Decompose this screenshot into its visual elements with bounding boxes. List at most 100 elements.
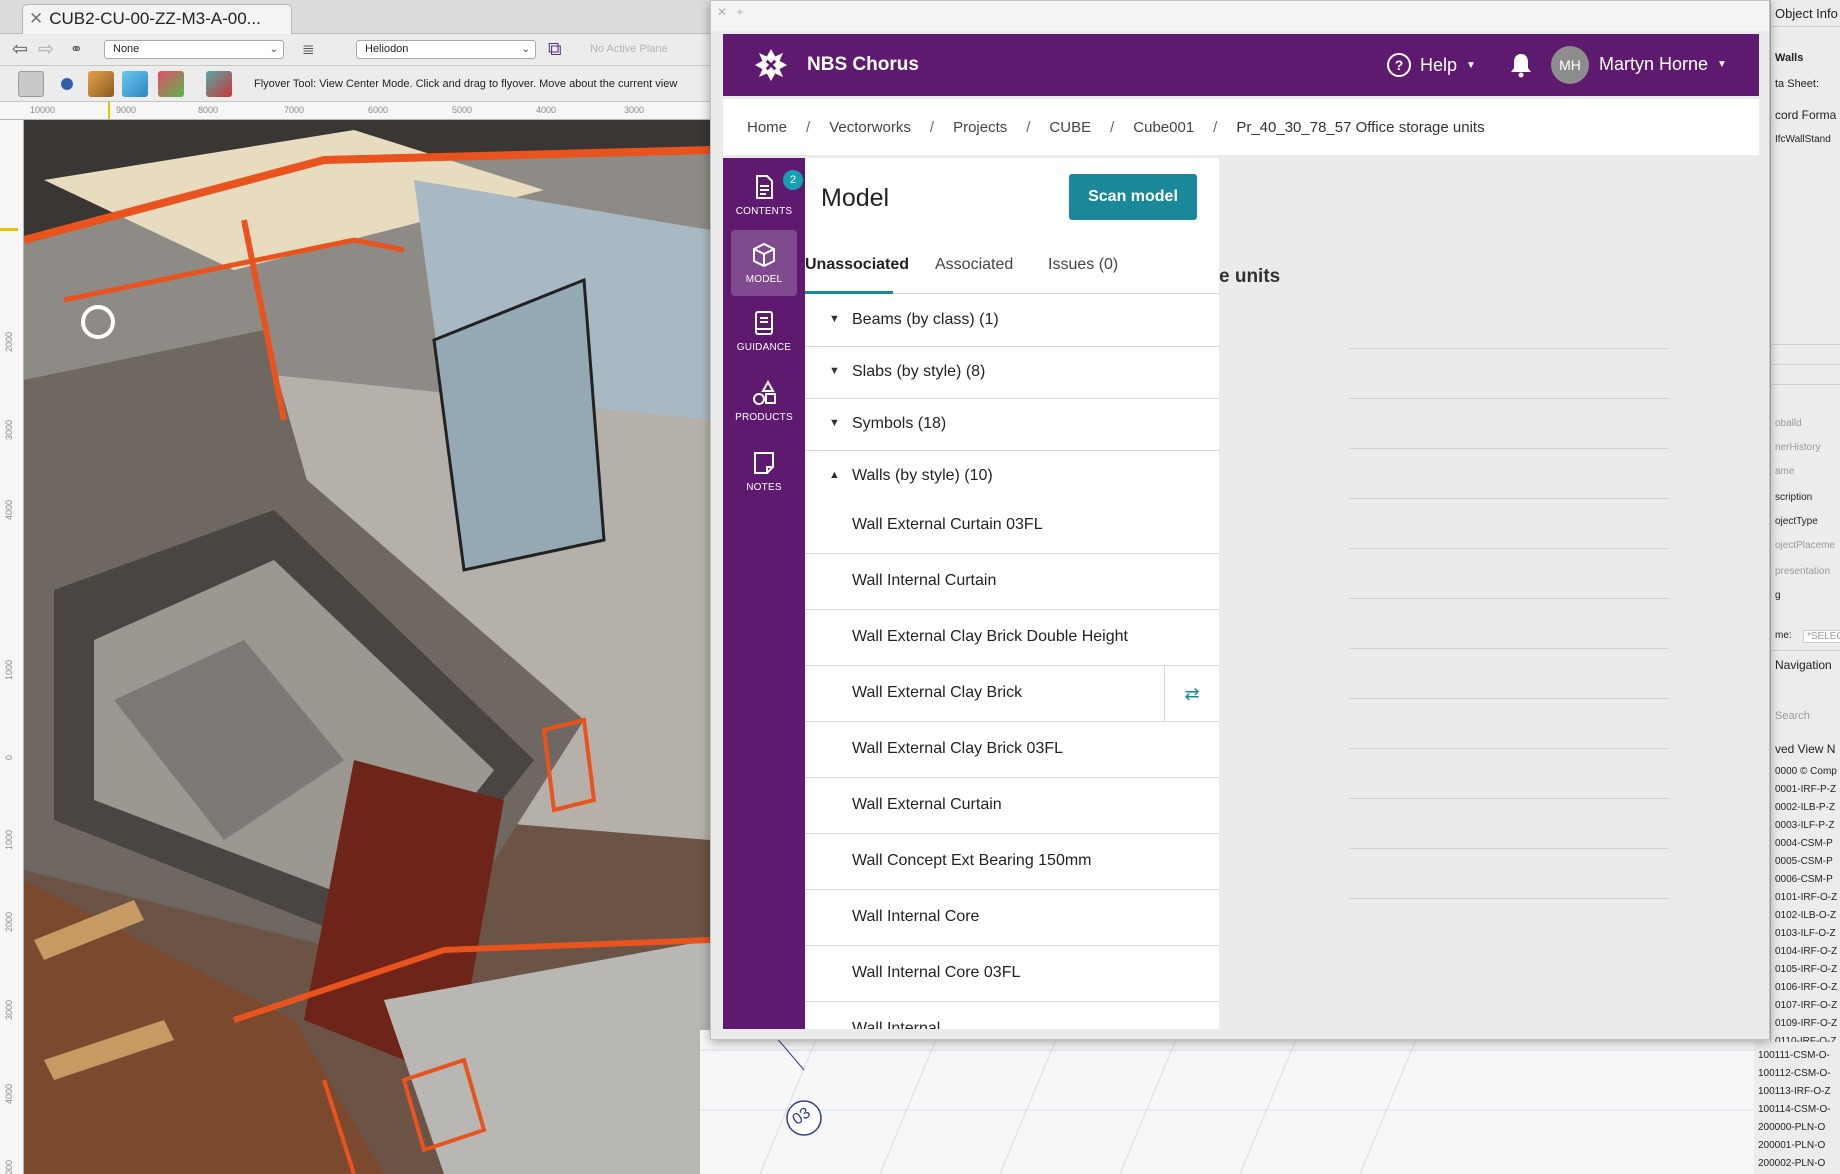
saved-view-item[interactable]: 200002-PLN-O <box>1758 1158 1825 1169</box>
back-arrow-icon[interactable]: ⇦ <box>12 39 28 61</box>
ruler-label: 2000 <box>4 911 14 932</box>
nav-notes[interactable]: NOTES <box>731 438 797 504</box>
placeholder-line <box>1349 548 1669 549</box>
placeholder-line <box>1349 448 1669 449</box>
breadcrumb-cube[interactable]: CUBE <box>1049 119 1091 136</box>
saved-view-item[interactable]: 100113-IRF-O-Z <box>1758 1086 1831 1097</box>
grid-mode-icon[interactable] <box>158 71 184 97</box>
saved-view-item[interactable]: 100111-CSM-O- <box>1758 1050 1830 1061</box>
saved-view-item[interactable]: 100114-CSM-O- <box>1758 1104 1831 1115</box>
list-item[interactable]: Wall Internal Core 03FL <box>805 946 1219 1002</box>
detail-pane: e units <box>1219 158 1759 1029</box>
name-field[interactable]: *SELEC <box>1803 630 1840 643</box>
nav-contents[interactable]: CONTENTS 2 <box>731 162 803 228</box>
nav-model[interactable]: MODEL <box>731 230 797 296</box>
help-label: Help <box>1420 54 1458 75</box>
tree-group-walls[interactable]: ▲ Walls (by style) (10) <box>805 451 1219 503</box>
saved-view-item[interactable]: 200001-PLN-O <box>1758 1140 1825 1151</box>
saved-view-item[interactable]: 100112-CSM-O- <box>1758 1068 1831 1079</box>
field-label: oballd <box>1775 418 1802 429</box>
list-item[interactable]: Wall External Curtain 03FL <box>805 498 1219 554</box>
saved-view-item[interactable]: 200000-PLN-O <box>1758 1122 1825 1133</box>
nav-products[interactable]: PRODUCTS <box>731 368 797 434</box>
ruler-label: 3000 <box>624 105 645 115</box>
list-item[interactable]: Wall Concept Ext Bearing 150mm <box>805 834 1219 890</box>
saved-view-item[interactable]: 0106-IRF-O-Z <box>1775 982 1837 993</box>
saved-view-item[interactable]: 0003-ILF-P-Z <box>1775 820 1834 831</box>
field-label: ame <box>1775 466 1795 477</box>
center-mode-icon[interactable] <box>54 71 80 97</box>
list-item[interactable]: Wall Internal Core <box>805 890 1219 946</box>
document-tab[interactable]: ✕ CUB2-CU-00-ZZ-M3-A-00... <box>22 4 292 34</box>
forward-arrow-icon[interactable]: ⇨ <box>38 39 54 61</box>
saved-view-item[interactable]: 0006-CSM-P <box>1775 874 1833 885</box>
saved-view-item[interactable]: 0002-ILB-P-Z <box>1775 802 1835 813</box>
caret-up-icon: ▲ <box>829 469 840 481</box>
ruler-label: 5000 <box>4 1159 14 1174</box>
wall-style-label: Wall Internal <box>852 1020 941 1029</box>
placeholder-line <box>1349 848 1669 849</box>
tab-associated[interactable]: Associated <box>935 250 1013 294</box>
nav-guidance[interactable]: GUIDANCE <box>731 298 797 364</box>
saved-view-item[interactable]: 0102-ILB-O-Z <box>1775 910 1836 921</box>
tab-issues[interactable]: Issues (0) <box>1048 250 1118 294</box>
saved-view-item[interactable]: 0109-IRF-O-Z <box>1775 1018 1837 1029</box>
saved-view-item[interactable]: 0103-ILF-O-Z <box>1775 928 1836 939</box>
class-visibility-icon[interactable]: ⚭ <box>70 39 83 61</box>
working-plane-icon[interactable]: ⧉ <box>548 39 562 61</box>
class-select[interactable]: None ⌄ <box>104 40 284 59</box>
user-menu-button[interactable]: Martyn Horne ▼ <box>1599 54 1727 75</box>
avatar[interactable]: MH <box>1551 46 1589 84</box>
list-item[interactable]: Wall External Clay Brick ⇄ <box>805 666 1219 722</box>
breadcrumb-projects[interactable]: Projects <box>953 119 1007 136</box>
window-titlebar[interactable]: ✕ + <box>711 1 1769 31</box>
flyover-mode-icon[interactable] <box>18 71 44 97</box>
list-item[interactable]: Wall External Curtain <box>805 778 1219 834</box>
object-mode-icon[interactable] <box>88 71 114 97</box>
tab-close-icon[interactable]: ✕ <box>29 9 43 28</box>
window-controls[interactable]: ✕ + <box>717 5 746 19</box>
options-icon[interactable] <box>206 71 232 97</box>
breadcrumb-home[interactable]: Home <box>747 119 787 136</box>
scan-model-button[interactable]: Scan model <box>1069 174 1197 220</box>
tree-group-slabs[interactable]: ▼ Slabs (by style) (8) <box>805 347 1219 399</box>
name-label: me: <box>1775 630 1792 641</box>
nav-label: CONTENTS <box>735 205 793 217</box>
search-field[interactable]: Search <box>1775 710 1810 722</box>
ifc-entity-label[interactable]: IfcWallStand <box>1775 134 1831 145</box>
3d-model-viewport[interactable] <box>24 120 710 1174</box>
list-item[interactable]: Wall External Clay Brick Double Height <box>805 610 1219 666</box>
saved-view-item[interactable]: 0001-IRF-P-Z <box>1775 784 1836 795</box>
tree-group-symbols[interactable]: ▼ Symbols (18) <box>805 399 1219 451</box>
field-label: nerHistory <box>1775 442 1821 453</box>
divider <box>1771 384 1840 385</box>
breadcrumb-separator: / <box>1026 118 1031 136</box>
layers-icon[interactable]: ≣ <box>302 39 315 61</box>
bell-icon[interactable] <box>1509 52 1533 78</box>
ruler-label: 7000 <box>284 105 305 115</box>
plane-mode-icon[interactable] <box>122 71 148 97</box>
saved-view-item[interactable]: 0104-IRF-O-Z <box>1775 946 1837 957</box>
saved-view-item[interactable]: 0004-CSM-P <box>1775 838 1833 849</box>
tab-unassociated[interactable]: Unassociated <box>805 250 909 294</box>
associate-swap-icon[interactable]: ⇄ <box>1164 666 1219 722</box>
breadcrumb-cube001[interactable]: Cube001 <box>1133 119 1194 136</box>
nav-label: NOTES <box>746 481 782 493</box>
breadcrumb-vectorworks[interactable]: Vectorworks <box>829 119 911 136</box>
saved-view-item[interactable]: 0107-IRF-O-Z <box>1775 1000 1837 1011</box>
saved-view-item[interactable]: 0000 © Comp <box>1775 766 1837 777</box>
list-item[interactable]: Wall Internal Curtain <box>805 554 1219 610</box>
render-mode-select[interactable]: Heliodon ⌄ <box>356 40 536 59</box>
saved-view-item[interactable]: 0005-CSM-P <box>1775 856 1833 867</box>
help-menu-button[interactable]: ? Help ▼ <box>1387 48 1476 82</box>
list-item[interactable]: Wall Internal <box>805 1002 1219 1029</box>
saved-view-item[interactable]: 0101-IRF-O-Z <box>1775 892 1837 903</box>
saved-view-item[interactable]: 0105-IRF-O-Z <box>1775 964 1837 975</box>
help-icon: ? <box>1387 53 1411 77</box>
placeholder-line <box>1349 748 1669 749</box>
navigation-label: Navigation <box>1775 658 1832 672</box>
list-item[interactable]: Wall External Clay Brick 03FL <box>805 722 1219 778</box>
tree-group-beams[interactable]: ▼ Beams (by class) (1) <box>805 295 1219 347</box>
note-icon <box>754 451 774 474</box>
drawing-grid-area[interactable]: 03 <box>700 1030 1760 1174</box>
